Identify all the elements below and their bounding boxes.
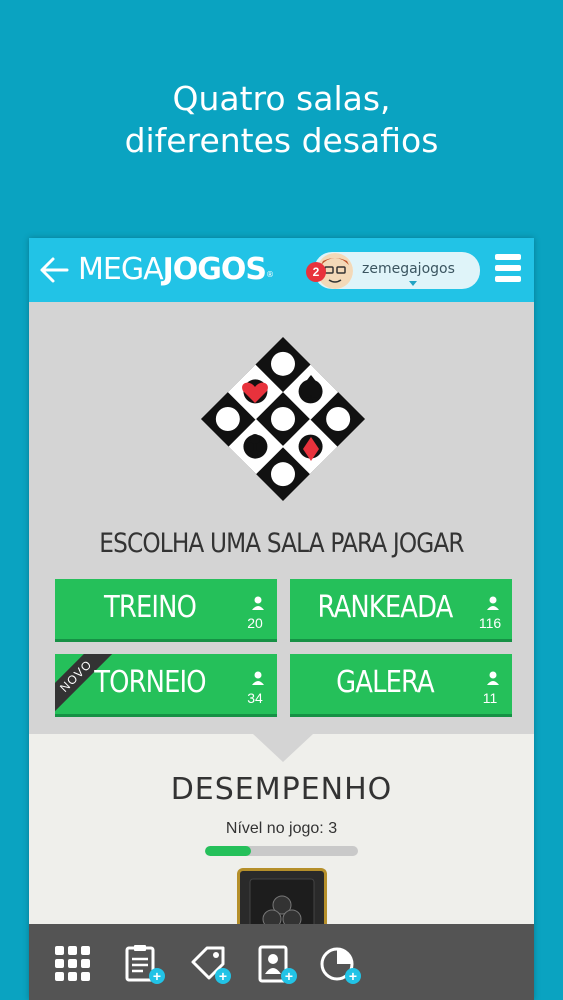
bottom-nav-contact[interactable]: + — [255, 944, 297, 984]
plus-icon: + — [281, 968, 297, 984]
plus-icon: + — [149, 968, 165, 984]
room-label: RANKEADA — [317, 590, 454, 625]
user-icon — [252, 596, 264, 610]
megajogos-logo[interactable]: MEGAJOGOS® — [78, 253, 274, 287]
room-rankeada-button[interactable]: RANKEADA 116 — [290, 579, 512, 642]
user-menu-button[interactable]: 2 zemegajogos — [306, 252, 480, 289]
top-bar: MEGAJOGOS® 2 zemegajogos — [29, 238, 534, 302]
room-torneio-button[interactable]: NOVO TORNEIO 34 — [55, 654, 277, 717]
bottom-nav-tag[interactable]: + — [189, 944, 231, 984]
card-suits-diamond-logo — [200, 336, 366, 502]
chevron-down-icon — [409, 281, 417, 286]
bottom-nav-grid[interactable] — [53, 944, 93, 984]
bottom-nav-clipboard[interactable]: + — [123, 944, 165, 984]
back-arrow-icon[interactable] — [39, 256, 69, 284]
user-icon — [252, 671, 264, 685]
plus-icon: + — [215, 968, 231, 984]
hamburger-menu-icon[interactable] — [495, 254, 521, 286]
room-label: TREINO — [103, 590, 197, 625]
notification-badge: 2 — [306, 262, 326, 282]
player-count: 20 — [247, 615, 263, 631]
bottom-nav-bar: + + + + — [29, 924, 534, 1000]
bottom-nav-stats[interactable]: + — [319, 944, 361, 984]
choose-room-title: ESCOLHA UMA SALA PARA JOGAR — [99, 528, 464, 559]
level-text: Nível no jogo: 3 — [225, 820, 338, 837]
panel-notch — [253, 734, 313, 762]
plus-icon: + — [345, 968, 361, 984]
headline-line-1: Quatro salas, — [172, 79, 391, 118]
grid-icon — [55, 946, 90, 981]
headline-line-2: diferentes desafios — [124, 121, 439, 160]
room-galera-button[interactable]: GALERA 11 — [290, 654, 512, 717]
room-treino-button[interactable]: TREINO 20 — [55, 579, 277, 642]
level-progress-fill — [205, 846, 251, 856]
room-label: GALERA — [336, 665, 435, 700]
level-progress-bar — [205, 846, 358, 856]
player-count: 34 — [247, 690, 263, 706]
player-count: 116 — [478, 615, 502, 631]
username-label: zemegajogos — [362, 261, 455, 277]
room-label: TORNEIO — [94, 665, 206, 700]
logo-registered-mark: ® — [266, 270, 275, 279]
user-icon — [487, 671, 499, 685]
performance-title: DESEMPENHO — [170, 772, 393, 807]
logo-text-light: MEGA — [78, 252, 164, 287]
logo-text-bold: JOGOS — [162, 252, 267, 287]
player-count: 11 — [482, 690, 498, 706]
user-icon — [487, 596, 499, 610]
headline: Quatro salas, diferentes desafios — [0, 78, 563, 162]
app-screen: MEGAJOGOS® 2 zemegajogos ESCOLHA UMA SAL… — [29, 238, 534, 1000]
